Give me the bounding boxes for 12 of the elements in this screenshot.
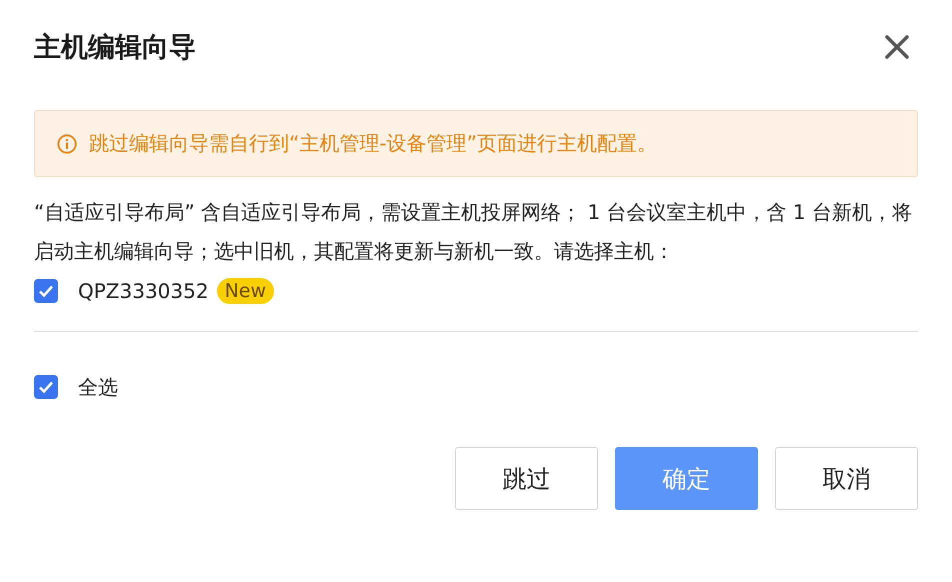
description-text: “自适应引导布局” 含自适应引导布局，需设置主机投屏网络； 1 台会议室主机中，含 1 台新机，将启动主机编辑向导；选中旧机，其配置将更新与新机一致。请选择主机：	[34, 199, 913, 265]
host-name: QPZ3330352	[78, 279, 209, 303]
dialog-button[interactable]: 取消	[775, 447, 918, 510]
notice-text: 跳过编辑向导需自行到“主机管理-设备管理”页面进行主机配置。	[89, 130, 657, 157]
close-icon[interactable]	[884, 34, 910, 60]
dialog-button[interactable]: 跳过	[455, 447, 598, 510]
checkbox[interactable]	[34, 375, 58, 399]
dialog-title: 主机编辑向导	[34, 31, 196, 65]
new-badge: New	[216, 278, 274, 304]
select-all-label: 全选	[78, 374, 118, 400]
checkbox[interactable]	[34, 279, 58, 303]
info-icon	[57, 134, 77, 154]
